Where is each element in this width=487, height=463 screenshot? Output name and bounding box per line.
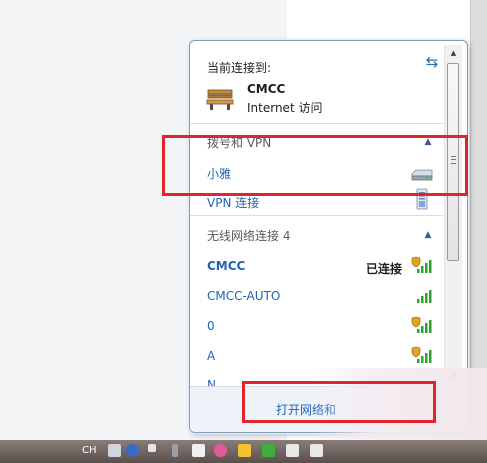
scroll-up-arrow-icon[interactable]: ▲: [445, 45, 462, 61]
wifi-network-a[interactable]: A: [207, 349, 215, 363]
collapse-chevron-icon[interactable]: ▲: [423, 230, 433, 240]
wifi-network-cmcc[interactable]: CMCC: [207, 259, 245, 273]
highlight-box-dialup: [162, 135, 468, 196]
current-network-status: Internet 访问: [247, 101, 323, 115]
signal-secured-icon: [411, 316, 432, 333]
wifi-network-0[interactable]: 0: [207, 319, 215, 333]
divider: [190, 123, 443, 124]
volume-icon[interactable]: [310, 444, 323, 457]
language-indicator[interactable]: CH: [82, 445, 97, 456]
highlight-box-footer-link: [242, 381, 436, 423]
wifi-network-partial[interactable]: N...: [207, 378, 227, 386]
signal-secured-icon: [411, 256, 432, 273]
section-title-wireless: 无线网络连接 4: [207, 229, 291, 243]
signal-icon: [417, 290, 432, 303]
network-icon[interactable]: [286, 444, 299, 457]
taskbar: CH: [0, 440, 487, 463]
public-network-bench-icon: [206, 89, 234, 110]
tray-separator: [172, 444, 178, 457]
signal-secured-icon: [411, 346, 432, 363]
options-icon[interactable]: [148, 444, 156, 452]
current-connection-header: 当前连接到:: [207, 61, 272, 75]
vertical-scrollbar[interactable]: ▲ ▼: [444, 45, 462, 384]
wifi-network-cmcc-auto[interactable]: CMCC-AUTO: [207, 289, 280, 303]
tray-app-icon[interactable]: [214, 444, 227, 457]
network-list-area: 当前连接到: ⇆ CMCC Internet 访问 拨号和 VPN ▲ 小雅 V…: [190, 41, 443, 386]
help-icon[interactable]: [126, 444, 139, 457]
current-network-name: CMCC: [247, 82, 286, 96]
vpn-connection-item[interactable]: VPN 连接: [207, 194, 259, 211]
refresh-icon[interactable]: ⇆: [424, 54, 440, 70]
tray-app-icon[interactable]: [262, 444, 275, 457]
divider: [190, 215, 443, 216]
keyboard-icon[interactable]: [108, 444, 121, 457]
connection-status-label: 已连接: [366, 262, 403, 276]
app-icon[interactable]: [192, 444, 205, 457]
tray-app-icon[interactable]: [238, 444, 251, 457]
